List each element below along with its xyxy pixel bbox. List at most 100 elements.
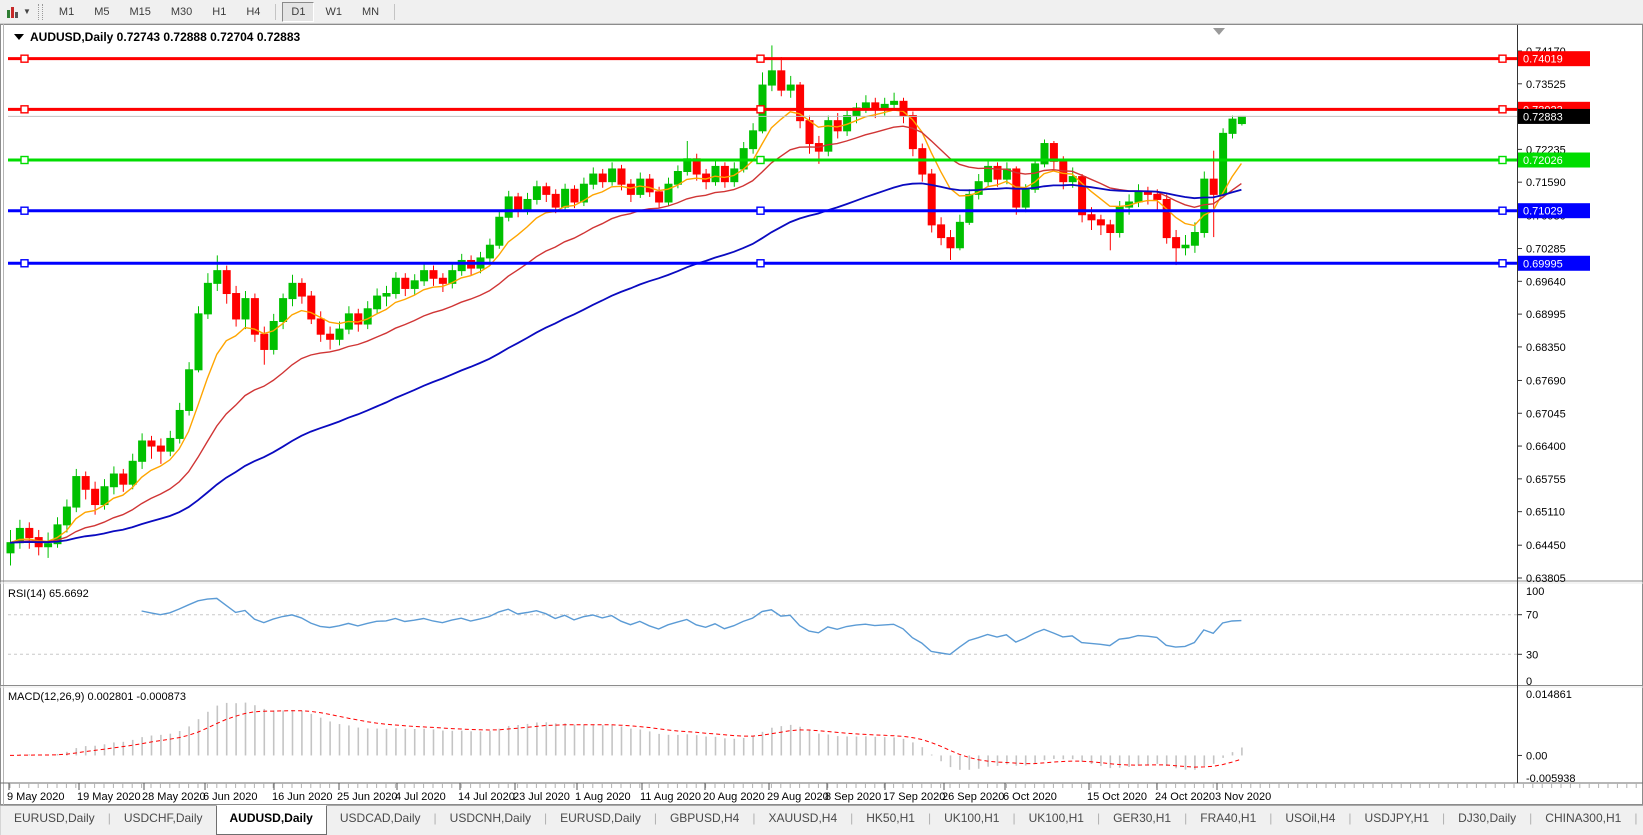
price-badge-label: 0.69995 bbox=[1523, 258, 1563, 270]
candle-body bbox=[110, 474, 117, 487]
candle-body bbox=[1154, 194, 1161, 199]
line-handle[interactable] bbox=[757, 157, 764, 164]
timeframe-button-d1[interactable]: D1 bbox=[282, 2, 314, 22]
line-handle[interactable] bbox=[1499, 106, 1506, 113]
dropdown-caret-icon[interactable]: ▼ bbox=[23, 7, 31, 16]
chart-tab-usoil-h1[interactable]: USOil,H1 bbox=[1637, 806, 1643, 835]
price-tick-label: 0.63805 bbox=[1526, 573, 1566, 585]
candle-body bbox=[806, 121, 813, 144]
candle-body bbox=[1022, 189, 1029, 207]
line-handle[interactable] bbox=[757, 207, 764, 214]
candle-body bbox=[73, 477, 80, 508]
chart-tab-uk100-h1[interactable]: UK100,H1 bbox=[1016, 806, 1097, 835]
candle-body bbox=[26, 528, 33, 537]
timeframe-toolbar: ▼ M1M5M15M30H1H4 D1W1MN bbox=[0, 0, 1643, 24]
chart-tab-eurusd-daily[interactable]: EURUSD,Daily bbox=[547, 806, 654, 835]
chart-tab-usdchf-daily[interactable]: USDCHF,Daily bbox=[111, 806, 216, 835]
line-handle[interactable] bbox=[21, 260, 28, 267]
chart-tab-eurusd-daily[interactable]: EURUSD,Daily bbox=[1, 806, 108, 835]
line-handle[interactable] bbox=[21, 55, 28, 62]
candle-body bbox=[327, 334, 334, 339]
candle-body bbox=[646, 179, 653, 192]
candle-body bbox=[439, 278, 446, 283]
chart-tab-usoil-h4[interactable]: USOil,H4 bbox=[1272, 806, 1348, 835]
line-handle[interactable] bbox=[21, 106, 28, 113]
timeframe-button-m15[interactable]: M15 bbox=[120, 2, 159, 22]
candle-body bbox=[402, 278, 409, 288]
candle-body bbox=[392, 278, 399, 293]
rsi-indicator-label: RSI(14) 65.6692 bbox=[8, 588, 89, 600]
line-handle[interactable] bbox=[21, 157, 28, 164]
candle-body bbox=[223, 271, 230, 294]
candle-body bbox=[1163, 199, 1170, 237]
date-label: 26 Sep 2020 bbox=[942, 791, 1004, 803]
chart-tab-gbpusd-h4[interactable]: GBPUSD,H4 bbox=[657, 806, 752, 835]
date-label: 29 Aug 2020 bbox=[767, 791, 829, 803]
date-label: 11 Aug 2020 bbox=[640, 791, 701, 803]
candle-body bbox=[214, 271, 221, 284]
chart-tab-ger30-h1[interactable]: GER30,H1 bbox=[1100, 806, 1184, 835]
chart-tab-audusd-daily[interactable]: AUDUSD,Daily bbox=[216, 805, 327, 835]
candle-body bbox=[289, 283, 296, 298]
candle-body bbox=[1229, 119, 1236, 133]
timeframe-button-h4[interactable]: H4 bbox=[237, 2, 269, 22]
candle-body bbox=[411, 281, 418, 289]
candle-body bbox=[308, 296, 315, 319]
candle-body bbox=[599, 174, 606, 182]
price-badge-label: 0.72883 bbox=[1523, 111, 1563, 123]
chart-periods-icon[interactable] bbox=[4, 3, 22, 21]
timeframe-button-h1[interactable]: H1 bbox=[203, 2, 235, 22]
line-handle[interactable] bbox=[1499, 157, 1506, 164]
timeframe-button-mn[interactable]: MN bbox=[353, 2, 388, 22]
timeframe-button-m5[interactable]: M5 bbox=[85, 2, 118, 22]
candle-body bbox=[524, 199, 531, 209]
timeframe-button-w1[interactable]: W1 bbox=[316, 2, 351, 22]
chart-tab-uk100-h1[interactable]: UK100,H1 bbox=[931, 806, 1012, 835]
line-handle[interactable] bbox=[1499, 55, 1506, 62]
chart-canvas[interactable]: 9 May 202019 May 202028 May 20206 Jun 20… bbox=[0, 24, 1643, 805]
date-label: 28 May 2020 bbox=[142, 791, 206, 803]
price-tick-label: 0.68350 bbox=[1526, 342, 1566, 354]
candle-body bbox=[956, 222, 963, 247]
candle-body bbox=[1032, 164, 1039, 189]
candle-body bbox=[1088, 215, 1095, 220]
line-handle[interactable] bbox=[1499, 207, 1506, 214]
chart-tab-xauusd-h4[interactable]: XAUUSD,H4 bbox=[755, 806, 850, 835]
candle-body bbox=[928, 174, 935, 225]
candle-body bbox=[157, 446, 164, 451]
chart-tab-fra40-h1[interactable]: FRA40,H1 bbox=[1187, 806, 1269, 835]
candle-body bbox=[552, 194, 559, 207]
chart-tab-hk50-h1[interactable]: HK50,H1 bbox=[853, 806, 928, 835]
candle-body bbox=[261, 334, 268, 349]
candle-body bbox=[336, 329, 343, 339]
candle-body bbox=[721, 166, 728, 181]
hline-price-badge: 0.69995 bbox=[1518, 256, 1590, 271]
date-label: 1 Aug 2020 bbox=[575, 791, 631, 803]
hline-price-badge: 0.74019 bbox=[1518, 51, 1590, 66]
line-handle[interactable] bbox=[757, 260, 764, 267]
candle-body bbox=[45, 544, 52, 547]
candle-body bbox=[533, 187, 540, 200]
line-handle[interactable] bbox=[757, 106, 764, 113]
chart-tab-dj30-daily[interactable]: DJ30,Daily bbox=[1445, 806, 1529, 835]
timeframe-button-m1[interactable]: M1 bbox=[50, 2, 83, 22]
candle-body bbox=[421, 271, 428, 281]
toolbar-grip bbox=[38, 4, 43, 20]
line-handle[interactable] bbox=[21, 207, 28, 214]
date-label: 3 Nov 2020 bbox=[1215, 791, 1271, 803]
line-handle[interactable] bbox=[757, 55, 764, 62]
date-label: 25 Jun 2020 bbox=[337, 791, 398, 803]
candle-body bbox=[486, 245, 493, 258]
candle-body bbox=[204, 283, 211, 314]
chart-window-background bbox=[0, 24, 1643, 805]
candle-body bbox=[1135, 192, 1142, 202]
chart-tab-usdcad-daily[interactable]: USDCAD,Daily bbox=[327, 806, 434, 835]
candle-body bbox=[1079, 177, 1086, 215]
chart-tab-usdjpy-h1[interactable]: USDJPY,H1 bbox=[1352, 806, 1442, 835]
date-label: 8 Sep 2020 bbox=[825, 791, 881, 803]
chart-tab-usdcnh-daily[interactable]: USDCNH,Daily bbox=[437, 806, 544, 835]
chart-tab-china300-h1[interactable]: CHINA300,H1 bbox=[1532, 806, 1634, 835]
current-price-badge: 0.72883 bbox=[1518, 109, 1590, 124]
timeframe-button-m30[interactable]: M30 bbox=[162, 2, 201, 22]
line-handle[interactable] bbox=[1499, 260, 1506, 267]
